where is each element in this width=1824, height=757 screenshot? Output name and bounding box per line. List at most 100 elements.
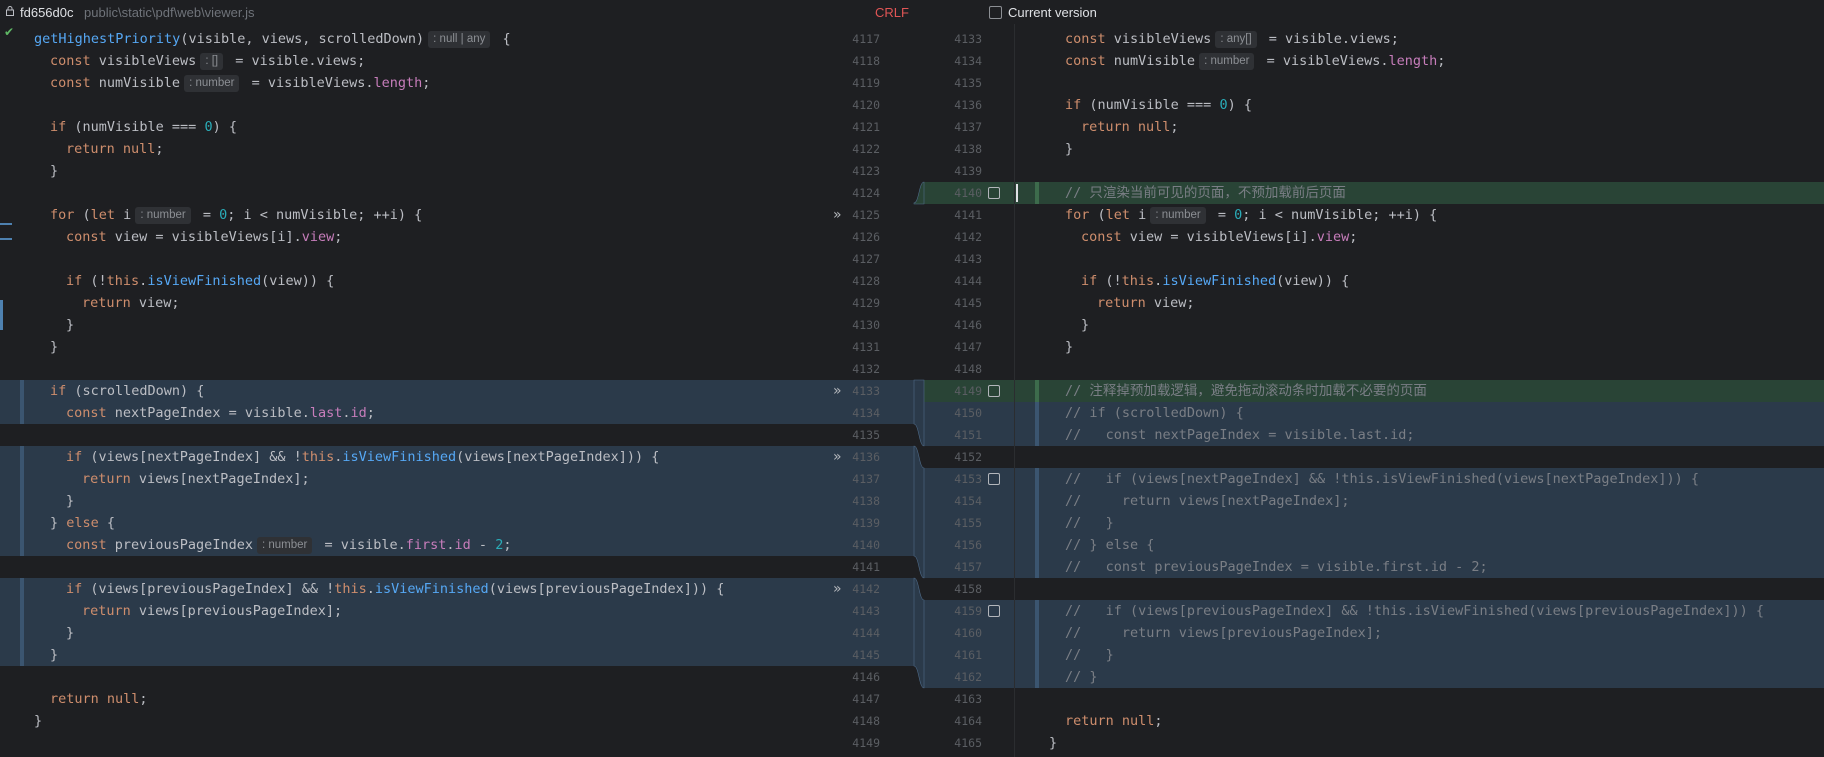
code-line[interactable]: const previousPageIndex: number = visibl… xyxy=(0,534,824,556)
line-number: 4156 xyxy=(954,538,982,552)
code-line[interactable]: return view; xyxy=(0,292,824,314)
code-line[interactable]: // const nextPageIndex = visible.last.id… xyxy=(1015,424,1824,446)
code-token: = visible. xyxy=(316,537,406,553)
code-line[interactable] xyxy=(0,666,824,688)
code-text: // 只渲染当前可见的页面，不预加载前后页面 xyxy=(1065,182,1346,204)
apply-change-icon[interactable]: » xyxy=(833,380,842,402)
accept-change-checkbox[interactable] xyxy=(988,385,1000,397)
code-line[interactable]: return null; xyxy=(0,688,824,710)
code-line[interactable] xyxy=(0,248,824,270)
code-token: nextPageIndex = visible. xyxy=(114,405,310,421)
code-line[interactable]: for (let i: number = 0; i < numVisible; … xyxy=(0,204,824,226)
code-line[interactable]: const numVisible: number = visibleViews.… xyxy=(0,72,824,94)
accept-change-checkbox[interactable] xyxy=(988,473,1000,485)
code-line[interactable] xyxy=(1015,160,1824,182)
code-line[interactable]: if (numVisible === 0) { xyxy=(0,116,824,138)
code-line[interactable]: getHighestPriority(visible, views, scrol… xyxy=(0,28,824,50)
code-line[interactable]: if (numVisible === 0) { xyxy=(1015,94,1824,116)
change-bar xyxy=(20,490,24,512)
code-line[interactable]: // 只渲染当前可见的页面，不预加载前后页面 xyxy=(1015,182,1824,204)
line-number: 4137 xyxy=(852,472,880,486)
code-token: view xyxy=(301,229,335,245)
code-line[interactable]: } xyxy=(0,644,824,666)
code-line[interactable] xyxy=(1015,248,1824,270)
code-line[interactable] xyxy=(1015,688,1824,710)
code-line[interactable]: const view = visibleViews[i].view; xyxy=(0,226,824,248)
code-line[interactable]: const nextPageIndex = visible.last.id; xyxy=(0,402,824,424)
accept-change-checkbox[interactable] xyxy=(988,187,1000,199)
code-line[interactable]: if (views[nextPageIndex] && !this.isView… xyxy=(0,446,824,468)
code-line[interactable]: if (scrolledDown) { xyxy=(0,380,824,402)
change-bar xyxy=(20,578,24,600)
code-line[interactable]: // } xyxy=(1015,512,1824,534)
code-line[interactable]: // if (scrolledDown) { xyxy=(1015,402,1824,424)
apply-change-icon[interactable]: » xyxy=(833,578,842,600)
code-line[interactable]: // if (views[previousPageIndex] && !this… xyxy=(1015,600,1824,622)
code-line[interactable]: return null; xyxy=(1015,116,1824,138)
code-token: } xyxy=(34,713,43,729)
line-number: 4142 xyxy=(852,582,880,596)
code-line[interactable]: // } xyxy=(1015,666,1824,688)
code-text: } xyxy=(50,336,58,358)
left-editor-pane[interactable]: getHighestPriority(visible, views, scrol… xyxy=(0,24,824,757)
line-ending-label[interactable]: CRLF xyxy=(875,5,909,20)
code-line[interactable]: } xyxy=(0,314,824,336)
code-line[interactable] xyxy=(1015,72,1824,94)
accept-change-checkbox[interactable] xyxy=(988,605,1000,617)
code-line[interactable]: // const previousPageIndex = visible.fir… xyxy=(1015,556,1824,578)
code-line[interactable]: // } xyxy=(1015,644,1824,666)
code-line[interactable]: return null; xyxy=(0,138,824,160)
code-line[interactable]: return null; xyxy=(1015,710,1824,732)
code-line[interactable]: const view = visibleViews[i].view; xyxy=(1015,226,1824,248)
code-token: (! xyxy=(90,273,107,289)
code-line[interactable]: const visibleViews: any[] = visible.view… xyxy=(1015,28,1824,50)
code-line[interactable]: const numVisible: number = visibleViews.… xyxy=(1015,50,1824,72)
code-line[interactable]: } xyxy=(0,490,824,512)
code-line[interactable] xyxy=(0,94,824,116)
code-line[interactable] xyxy=(1015,358,1824,380)
code-line[interactable]: // if (views[nextPageIndex] && !this.isV… xyxy=(1015,468,1824,490)
code-token: // if (scrolledDown) { xyxy=(1065,405,1244,421)
code-line[interactable]: return view; xyxy=(1015,292,1824,314)
code-text: // if (scrolledDown) { xyxy=(1065,402,1244,424)
code-line[interactable] xyxy=(0,424,824,446)
line-number: 4144 xyxy=(852,626,880,640)
code-line[interactable]: // return views[previousPageIndex]; xyxy=(1015,622,1824,644)
current-version-label[interactable]: Current version xyxy=(1008,5,1097,20)
code-token: return null xyxy=(66,141,156,157)
code-line[interactable]: } xyxy=(0,622,824,644)
current-version-checkbox[interactable] xyxy=(989,6,1002,19)
code-line[interactable]: return views[nextPageIndex]; xyxy=(0,468,824,490)
code-line[interactable] xyxy=(0,182,824,204)
code-line[interactable]: } xyxy=(1015,314,1824,336)
code-line[interactable]: } xyxy=(1015,336,1824,358)
code-line[interactable]: if (!this.isViewFinished(view)) { xyxy=(0,270,824,292)
code-token: return xyxy=(1097,295,1154,311)
code-line[interactable]: // return views[nextPageIndex]; xyxy=(1015,490,1824,512)
code-line[interactable]: if (views[previousPageIndex] && !this.is… xyxy=(0,578,824,600)
code-line[interactable]: return views[previousPageIndex]; xyxy=(0,600,824,622)
code-line[interactable]: // 注释掉预加载逻辑，避免拖动滚动条时加载不必要的页面 xyxy=(1015,380,1824,402)
code-line[interactable] xyxy=(0,556,824,578)
code-text: if (scrolledDown) { xyxy=(50,380,204,402)
apply-change-icon[interactable]: » xyxy=(833,204,842,226)
line-number: 4125 xyxy=(852,208,880,222)
code-line[interactable]: } xyxy=(1015,732,1824,754)
code-line[interactable] xyxy=(1015,446,1824,468)
code-line[interactable]: if (!this.isViewFinished(view)) { xyxy=(1015,270,1824,292)
apply-change-icon[interactable]: » xyxy=(833,446,842,468)
code-line[interactable]: } xyxy=(0,160,824,182)
right-editor-pane[interactable]: const visibleViews: any[] = visible.view… xyxy=(1014,24,1824,757)
checkmark-icon: ✔ xyxy=(4,25,15,39)
code-line[interactable]: } else { xyxy=(0,512,824,534)
code-line[interactable] xyxy=(0,358,824,380)
code-line[interactable] xyxy=(1015,578,1824,600)
code-line[interactable]: } xyxy=(0,336,824,358)
code-line[interactable]: // } else { xyxy=(1015,534,1824,556)
code-line[interactable]: for (let i: number = 0; i < numVisible; … xyxy=(1015,204,1824,226)
code-token: let xyxy=(90,207,124,223)
code-line[interactable]: } xyxy=(0,710,824,732)
code-line[interactable]: } xyxy=(1015,138,1824,160)
code-token: // } xyxy=(1065,515,1114,531)
code-line[interactable]: const visibleViews: [] = visible.views; xyxy=(0,50,824,72)
